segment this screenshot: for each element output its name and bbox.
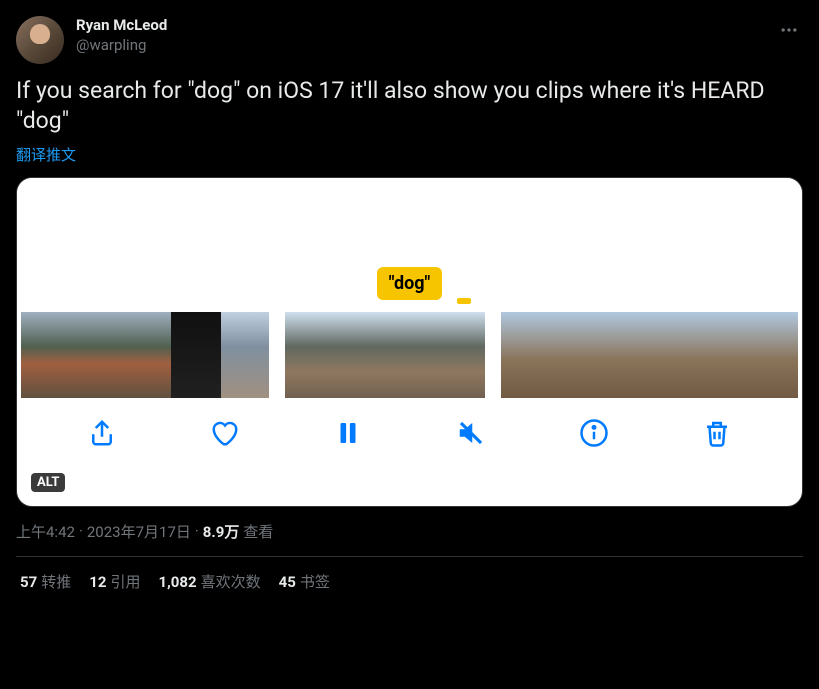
info-icon[interactable] [579, 418, 609, 448]
pause-icon[interactable] [333, 418, 363, 448]
bookmarks-label: 书签 [300, 573, 330, 591]
quotes-label: 引用 [110, 573, 140, 591]
clip-group[interactable] [285, 312, 485, 398]
tweet-date[interactable]: 2023年7月17日 [87, 521, 191, 542]
user-info: Ryan McLeod @warpling [76, 16, 167, 55]
video-frame [285, 312, 335, 398]
retweets-stat[interactable]: 57转推 [20, 571, 71, 592]
video-timeline[interactable] [17, 308, 802, 402]
share-icon[interactable] [87, 418, 117, 448]
retweets-label: 转推 [41, 573, 71, 591]
avatar[interactable] [16, 16, 64, 64]
separator: · [79, 522, 83, 540]
video-frame [751, 312, 798, 398]
tweet-header: Ryan McLeod @warpling [16, 16, 803, 64]
tweet-metadata: 上午4:42 · 2023年7月17日 · 8.9万 查看 [16, 521, 803, 557]
video-frame [71, 312, 121, 398]
quotes-count: 12 [89, 573, 106, 591]
user-handle[interactable]: @warpling [76, 36, 167, 56]
translate-link[interactable]: 翻译推文 [16, 144, 76, 165]
bookmarks-count: 45 [279, 573, 296, 591]
likes-label: 喜欢次数 [201, 573, 261, 591]
alt-badge[interactable]: ALT [31, 473, 65, 492]
video-frame [501, 312, 551, 398]
video-frame [551, 312, 601, 398]
video-frame [171, 312, 221, 398]
video-frame [385, 312, 435, 398]
tweet-container: Ryan McLeod @warpling If you search for … [0, 0, 819, 606]
trash-icon[interactable] [702, 418, 732, 448]
video-frame [121, 312, 171, 398]
media-upper: "dog" [17, 178, 802, 308]
more-icon[interactable] [775, 16, 803, 48]
mute-icon[interactable] [456, 418, 486, 448]
retweets-count: 57 [20, 573, 37, 591]
clip-group[interactable] [501, 312, 798, 398]
media-toolbar [17, 402, 802, 464]
video-frame [435, 312, 485, 398]
separator: · [195, 522, 199, 540]
video-frame [651, 312, 701, 398]
media-attachment[interactable]: "dog" [16, 177, 803, 507]
clip-group[interactable] [21, 312, 269, 398]
heart-icon[interactable] [210, 418, 240, 448]
video-frame [701, 312, 751, 398]
timeline-marker [457, 298, 471, 304]
likes-count: 1,082 [158, 573, 196, 591]
video-frame [221, 312, 269, 398]
search-result-label: "dog" [377, 267, 443, 300]
video-frame [335, 312, 385, 398]
video-frame [21, 312, 71, 398]
tweet-time[interactable]: 上午4:42 [16, 521, 75, 542]
tweet-text: If you search for "dog" on iOS 17 it'll … [16, 76, 803, 136]
views-count: 8.9万 [203, 521, 240, 542]
bookmarks-stat[interactable]: 45书签 [279, 571, 330, 592]
views-label: 查看 [243, 521, 273, 542]
display-name[interactable]: Ryan McLeod [76, 16, 167, 36]
engagement-stats: 57转推 12引用 1,082 喜欢次数 45书签 [16, 557, 803, 606]
video-frame [601, 312, 651, 398]
quotes-stat[interactable]: 12引用 [89, 571, 140, 592]
likes-stat[interactable]: 1,082 喜欢次数 [158, 571, 260, 592]
